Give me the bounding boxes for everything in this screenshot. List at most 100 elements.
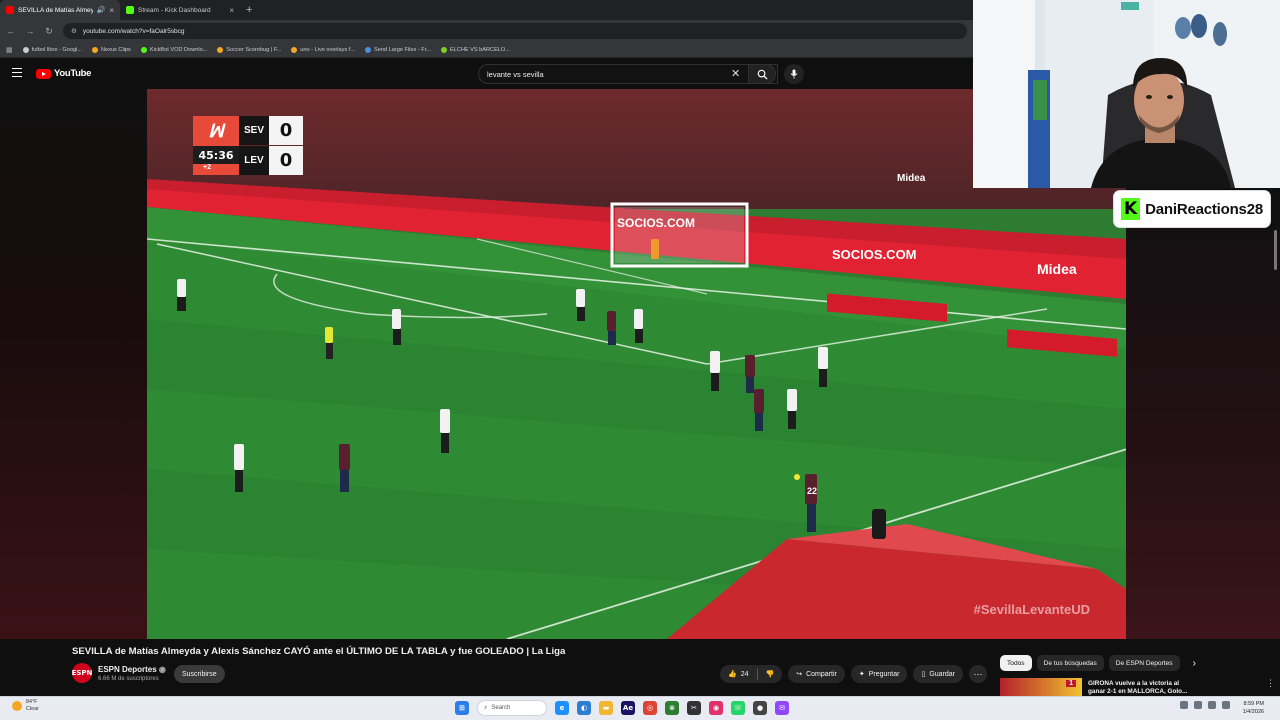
whatsapp-icon[interactable]: ☏ <box>731 701 745 715</box>
hamburger-menu-icon[interactable] <box>12 68 22 77</box>
clear-search-icon[interactable]: ✕ <box>731 67 740 80</box>
windows-start-icon[interactable]: ⊞ <box>455 701 469 715</box>
svg-text:Midea: Midea <box>1037 261 1077 277</box>
battery-icon[interactable] <box>1222 701 1230 709</box>
svg-text:Midea: Midea <box>897 173 926 184</box>
channel-name-text: ESPN Deportes <box>98 664 157 674</box>
edge-icon[interactable]: ◐ <box>577 701 591 715</box>
capcut-icon[interactable]: ✂ <box>687 701 701 715</box>
xbox-icon[interactable]: ⊗ <box>665 701 679 715</box>
video-title: SEVILLA de Matías Almeyda y Alexis Sánch… <box>72 646 566 657</box>
obs-icon[interactable]: ● <box>753 701 767 715</box>
youtube-favicon-icon <box>6 6 14 14</box>
clock-date: 1/4/2026 <box>1242 709 1264 715</box>
bookmark-favicon-icon <box>92 46 98 53</box>
taskbar-search[interactable]: ⌕ Search <box>477 700 547 716</box>
apps-icon[interactable]: ▦ <box>6 46 13 54</box>
share-icon: ↪ <box>796 671 803 678</box>
forward-icon[interactable]: → <box>25 26 35 36</box>
save-label: Guardar <box>929 670 956 678</box>
like-dislike-group: 👍 24 👎 <box>720 665 783 683</box>
recommended-video[interactable]: 1 GIRONA vuelve a la victoria al ganar 2… <box>1000 678 1275 696</box>
instagram-icon[interactable]: ◉ <box>709 701 723 715</box>
weather-desc: Clear <box>26 706 39 712</box>
bookmark-item[interactable]: futbol libre - Googl... <box>22 46 82 53</box>
site-info-icon[interactable]: ⚙ <box>71 27 77 35</box>
chip-all[interactable]: Todos <box>1000 655 1032 671</box>
messenger-icon[interactable]: ✉ <box>775 701 789 715</box>
tab-youtube[interactable]: SEVILLA de Matías Almeyd 🔊 × <box>0 0 120 20</box>
page-scrollbar[interactable] <box>1274 230 1277 270</box>
kick-favicon-icon <box>126 6 134 14</box>
verified-icon: ◉ <box>158 664 166 674</box>
file-explorer-icon[interactable]: ▬ <box>599 701 613 715</box>
thumbs-down-icon: 👎 <box>765 671 775 678</box>
youtube-play-icon <box>36 68 51 79</box>
close-tab-icon[interactable]: × <box>229 6 234 15</box>
save-button[interactable]: ▯ Guardar <box>913 665 964 683</box>
chevron-up-icon[interactable] <box>1180 701 1188 709</box>
bookmark-label: futbol libre - Googl... <box>31 46 82 53</box>
after-effects-icon[interactable]: Ae <box>621 701 635 715</box>
bookmark-label: Nexus Clips <box>101 46 131 53</box>
added-time: +2 <box>203 164 211 171</box>
more-actions-icon[interactable]: ⋯ <box>969 665 988 683</box>
like-button[interactable]: 👍 24 <box>728 670 749 679</box>
taskbar-clock[interactable]: 8:59 PM 1/4/2026 <box>1240 700 1264 716</box>
microphone-icon <box>790 69 798 79</box>
like-count: 24 <box>740 670 749 678</box>
bookmark-item[interactable]: ELCHE VS bARCELO... <box>440 46 510 53</box>
channel-avatar[interactable]: ESPN <box>72 663 92 683</box>
bookmark-favicon-icon <box>365 46 372 53</box>
search-button[interactable] <box>748 64 776 84</box>
close-tab-icon[interactable]: × <box>109 6 114 15</box>
chrome-icon[interactable]: ◎ <box>643 701 657 715</box>
youtube-logo[interactable]: YouTube <box>36 68 91 79</box>
bookmark-label: uno - Live overlays f... <box>300 46 356 53</box>
wifi-icon[interactable] <box>1194 701 1202 709</box>
bookmark-item[interactable]: Soccer Scorebug | F... <box>217 46 281 53</box>
new-tab-button[interactable]: + <box>240 4 258 16</box>
share-button[interactable]: ↪ Compartir <box>788 665 845 683</box>
kick-logo-icon: K <box>1121 198 1141 220</box>
weather-widget[interactable]: 84°F Clear <box>12 699 39 713</box>
chip-from-searches[interactable]: De tus búsquedas <box>1036 655 1104 671</box>
svg-text:SOCIOS.COM: SOCIOS.COM <box>832 247 917 262</box>
recommended-title[interactable]: GIRONA vuelve a la victoria al ganar 2-1… <box>1088 678 1188 696</box>
bookmark-item[interactable]: Send Large Files - Fr... <box>365 46 431 53</box>
sparkle-icon: ✦ <box>858 671 865 678</box>
ask-button[interactable]: ✦ Preguntar <box>850 665 908 683</box>
back-icon[interactable]: ← <box>6 26 16 36</box>
chip-from-channel[interactable]: De ESPN Deportes <box>1108 655 1180 671</box>
subscriber-count: 6.66 M de suscriptores <box>98 675 159 682</box>
volume-icon[interactable] <box>1208 701 1216 709</box>
edge-browser-icon[interactable]: e <box>555 701 569 715</box>
left-ambient-background <box>0 89 147 639</box>
recommended-thumbnail[interactable]: 1 <box>1000 678 1082 696</box>
home-team-row: SEV 0 <box>239 116 303 145</box>
voice-search-button[interactable] <box>784 64 804 84</box>
away-team-score: 0 <box>269 146 303 175</box>
bookmark-item[interactable]: KickBot VOD Downlo... <box>140 46 208 53</box>
chevron-right-icon[interactable]: › <box>1193 658 1196 669</box>
scoreboard-teams: SEV 0 LEV 0 <box>239 116 303 175</box>
channel-name[interactable]: ESPN Deportes ◉ <box>98 665 166 674</box>
bookmark-item[interactable]: Nexus Clips <box>92 46 131 53</box>
bookmark-favicon-icon <box>140 46 147 53</box>
thumbs-up-icon: 👍 <box>728 671 737 678</box>
reload-icon[interactable]: ↻ <box>44 26 54 37</box>
webcam-scene <box>973 0 1280 188</box>
address-bar-row: ← → ↻ ⚙ youtube.com/watch?v=faOalr5sbcg <box>0 20 973 42</box>
taskbar-apps: ⊞ ⌕ Search e ◐ ▬ Ae ◎ ⊗ ✂ ◉ ☏ ● ✉ <box>455 700 789 716</box>
audio-icon[interactable]: 🔊 <box>97 6 106 14</box>
home-team-score: 0 <box>269 116 303 145</box>
bookmark-item[interactable]: uno - Live overlays f... <box>291 46 356 53</box>
dislike-button[interactable]: 👎 <box>766 670 775 678</box>
bookmark-label: KickBot VOD Downlo... <box>149 46 208 53</box>
url-field[interactable]: ⚙ youtube.com/watch?v=faOalr5sbcg <box>63 23 967 39</box>
tab-kick-dashboard[interactable]: Stream - Kick Dashboard × <box>120 0 240 20</box>
taskbar-search-text: Search <box>491 705 511 711</box>
subscribe-button[interactable]: Suscribirse <box>174 665 225 683</box>
streamer-webcam <box>973 0 1280 188</box>
more-options-icon[interactable]: ⋮ <box>1266 678 1275 696</box>
